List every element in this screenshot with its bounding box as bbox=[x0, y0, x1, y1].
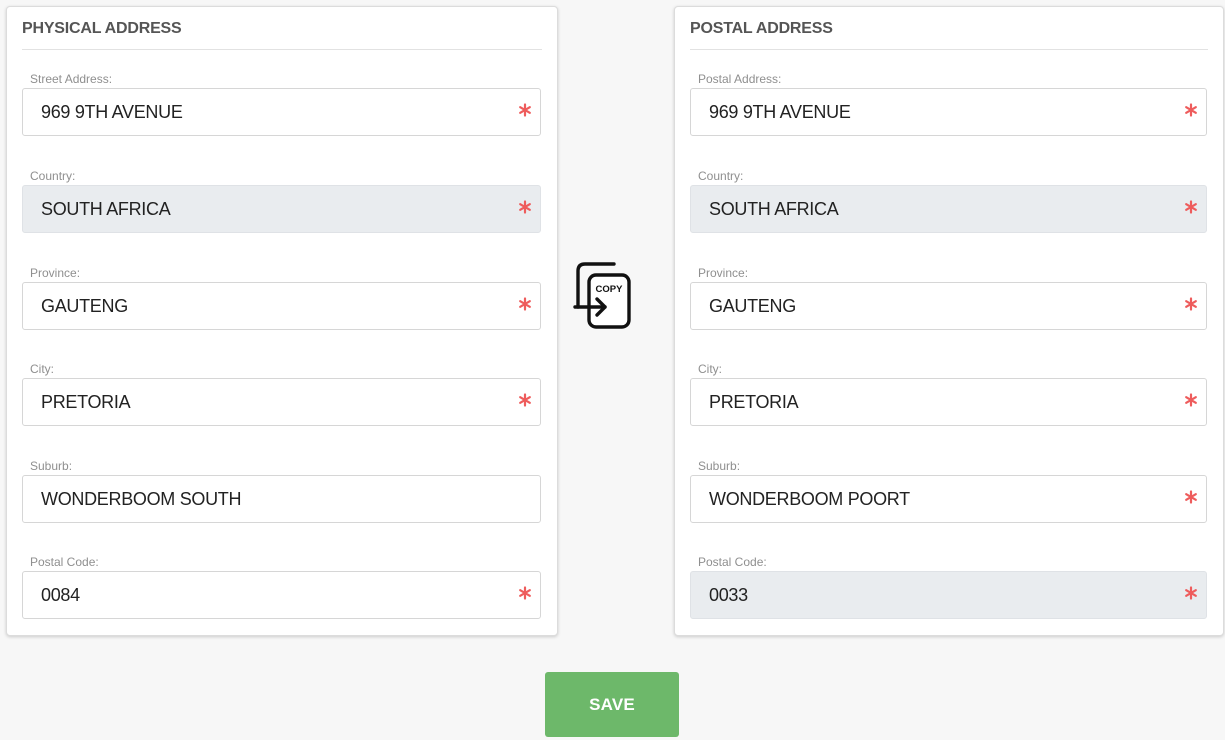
physical-street-field: Street Address: 969 9TH AVENUE bbox=[22, 71, 541, 136]
field-label: City: bbox=[30, 362, 54, 376]
field-value: SOUTH AFRICA bbox=[41, 199, 171, 219]
field-label: Country: bbox=[698, 169, 744, 183]
physical-city-field: City: PRETORIA bbox=[22, 361, 541, 426]
required-asterisk-icon bbox=[519, 297, 531, 311]
postal-province-input[interactable]: GAUTENG bbox=[690, 282, 1207, 330]
copy-address-button[interactable]: COPY bbox=[572, 261, 634, 333]
required-asterisk-icon bbox=[1185, 490, 1197, 504]
copy-icon-text: COPY bbox=[596, 284, 624, 295]
physical-postal-code-field: Postal Code: 0084 bbox=[22, 554, 541, 619]
postal-address-panel: POSTAL ADDRESS Postal Address: 969 9TH A… bbox=[674, 6, 1224, 636]
physical-suburb-input[interactable]: WONDERBOOM SOUTH bbox=[22, 475, 541, 523]
physical-suburb-field: Suburb: WONDERBOOM SOUTH bbox=[22, 458, 541, 523]
required-asterisk-icon bbox=[1185, 393, 1197, 407]
postal-suburb-input[interactable]: WONDERBOOM POORT bbox=[690, 475, 1207, 523]
physical-address-title: PHYSICAL ADDRESS bbox=[22, 20, 542, 50]
field-label: Province: bbox=[30, 266, 81, 280]
postal-province-field: Province: GAUTENG bbox=[690, 265, 1207, 330]
field-value: WONDERBOOM SOUTH bbox=[41, 489, 242, 509]
field-value: 0033 bbox=[709, 585, 748, 605]
required-asterisk-icon bbox=[519, 103, 531, 117]
field-value: 969 9TH AVENUE bbox=[41, 102, 183, 122]
physical-street-input[interactable]: 969 9TH AVENUE bbox=[22, 88, 541, 136]
field-label: Country: bbox=[30, 169, 76, 183]
field-label: Street Address: bbox=[30, 72, 113, 86]
field-value: GAUTENG bbox=[709, 296, 796, 316]
postal-country-input[interactable]: SOUTH AFRICA bbox=[690, 185, 1207, 233]
copy-icon: COPY bbox=[573, 262, 631, 329]
required-asterisk-icon bbox=[1185, 103, 1197, 117]
field-value: 969 9TH AVENUE bbox=[709, 102, 851, 122]
field-label: Postal Code: bbox=[698, 555, 767, 569]
field-label: City: bbox=[698, 362, 722, 376]
field-value: SOUTH AFRICA bbox=[709, 199, 839, 219]
field-label: Postal Code: bbox=[30, 555, 99, 569]
postal-postal-code-field: Postal Code: 0033 bbox=[690, 554, 1207, 619]
physical-province-field: Province: GAUTENG bbox=[22, 265, 541, 330]
postal-street-field: Postal Address: 969 9TH AVENUE bbox=[690, 71, 1207, 136]
required-asterisk-icon bbox=[519, 586, 531, 600]
field-label: Province: bbox=[698, 266, 749, 280]
postal-city-field: City: PRETORIA bbox=[690, 361, 1207, 426]
field-value: GAUTENG bbox=[41, 296, 128, 316]
save-button[interactable]: SAVE bbox=[545, 672, 679, 737]
field-value: PRETORIA bbox=[41, 392, 131, 412]
physical-country-field: Country: SOUTH AFRICA bbox=[22, 168, 541, 233]
physical-province-input[interactable]: GAUTENG bbox=[22, 282, 541, 330]
field-label: Suburb: bbox=[698, 459, 741, 473]
field-label: Postal Address: bbox=[698, 72, 782, 86]
physical-city-input[interactable]: PRETORIA bbox=[22, 378, 541, 426]
postal-street-input[interactable]: 969 9TH AVENUE bbox=[690, 88, 1207, 136]
physical-postal-code-input[interactable]: 0084 bbox=[22, 571, 541, 619]
postal-address-title: POSTAL ADDRESS bbox=[690, 20, 1208, 50]
postal-suburb-field: Suburb: WONDERBOOM POORT bbox=[690, 458, 1207, 523]
postal-country-field: Country: SOUTH AFRICA bbox=[690, 168, 1207, 233]
field-value: 0084 bbox=[41, 585, 80, 605]
required-asterisk-icon bbox=[1185, 200, 1197, 214]
physical-address-panel: PHYSICAL ADDRESS Street Address: 969 9TH… bbox=[6, 6, 558, 636]
field-value: WONDERBOOM POORT bbox=[709, 489, 910, 509]
required-asterisk-icon bbox=[1185, 297, 1197, 311]
field-label: Suburb: bbox=[30, 459, 73, 473]
physical-country-input[interactable]: SOUTH AFRICA bbox=[22, 185, 541, 233]
required-asterisk-icon bbox=[519, 200, 531, 214]
required-asterisk-icon bbox=[519, 393, 531, 407]
required-asterisk-icon bbox=[1185, 586, 1197, 600]
postal-postal-code-input[interactable]: 0033 bbox=[690, 571, 1207, 619]
postal-city-input[interactable]: PRETORIA bbox=[690, 378, 1207, 426]
field-value: PRETORIA bbox=[709, 392, 799, 412]
